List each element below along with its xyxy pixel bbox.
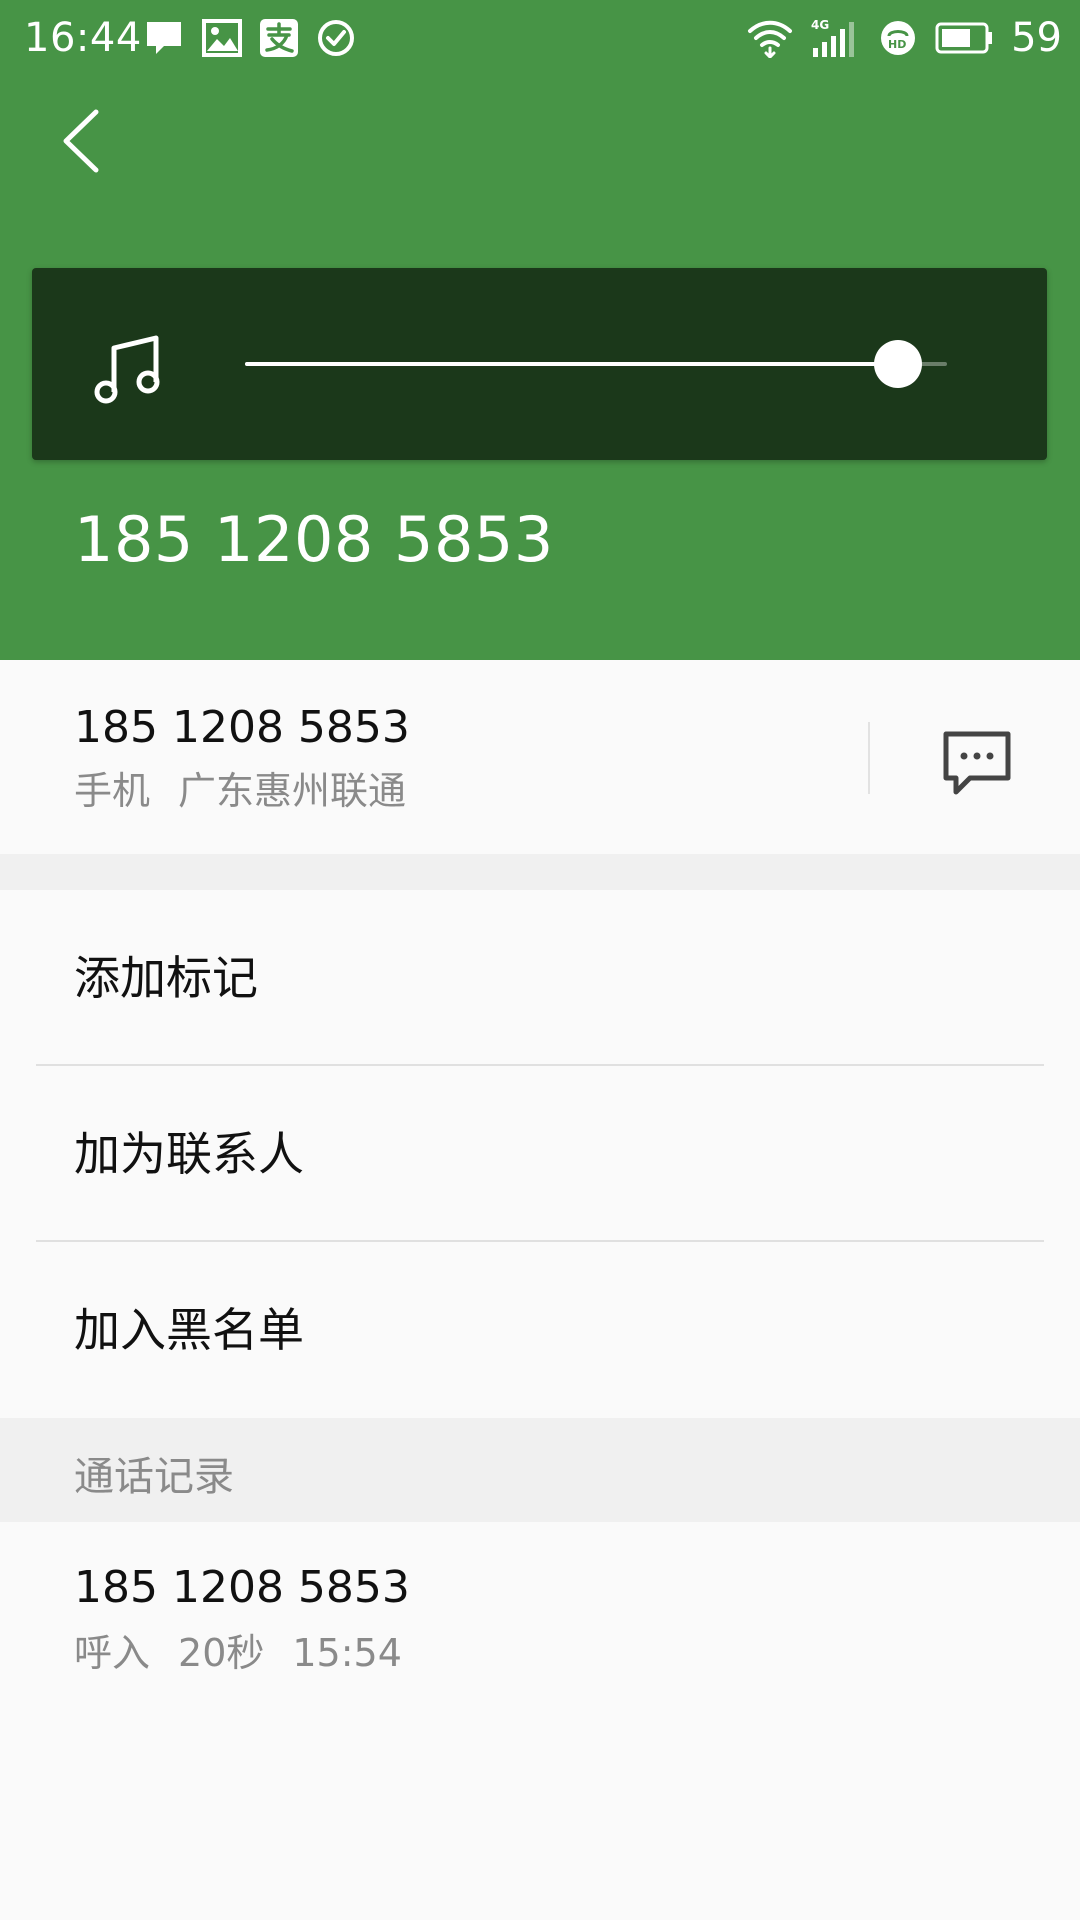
call-log-entry[interactable]: 185 1208 5853 呼入 20秒 15:54 — [0, 1522, 1080, 1722]
number-location: 广东惠州联通 — [178, 769, 407, 813]
ringtone-volume-slider[interactable] — [245, 338, 947, 390]
call-duration: 20秒 — [178, 1631, 265, 1675]
message-notification-icon — [147, 22, 181, 54]
add-tag-item[interactable]: 添加标记 — [0, 890, 1080, 1066]
number-type: 手机 — [74, 769, 151, 813]
add-contact-item[interactable]: 加为联系人 — [0, 1066, 1080, 1242]
hd-voice-icon: HD — [881, 21, 916, 55]
call-log-header: 通话记录 — [0, 1418, 1080, 1522]
add-tag-label: 添加标记 — [74, 951, 258, 1005]
number-info-subtitle: 手机 广东惠州联通 — [74, 766, 406, 816]
svg-text:HD: HD — [888, 38, 906, 51]
status-time: 16:44 — [24, 15, 142, 61]
header: 16:44 4G HD 59 185 1208 5853 — [0, 0, 1080, 660]
call-log-details: 呼入 20秒 15:54 — [74, 1628, 402, 1678]
action-menu: 添加标记 加为联系人 加入黑名单 — [0, 890, 1080, 1418]
ringtone-panel — [32, 268, 1047, 460]
svg-text:4G: 4G — [811, 18, 829, 32]
notification-icons — [144, 18, 356, 58]
number-info-row[interactable]: 185 1208 5853 手机 广东惠州联通 — [0, 660, 1080, 854]
signal-4g-icon: 4G — [811, 18, 855, 57]
status-bar: 16:44 4G HD 59 — [0, 0, 1080, 76]
battery-level: 59 — [1011, 15, 1062, 61]
call-direction: 呼入 — [74, 1631, 151, 1675]
wifi-icon — [748, 20, 793, 58]
header-phone-number: 185 1208 5853 — [74, 503, 554, 576]
vertical-divider — [868, 722, 870, 794]
slider-fill — [245, 362, 898, 366]
call-time: 15:54 — [292, 1631, 402, 1675]
add-blacklist-item[interactable]: 加入黑名单 — [0, 1242, 1080, 1418]
back-arrow-icon[interactable] — [48, 100, 118, 182]
alipay-notification-icon — [260, 19, 298, 57]
battery-icon — [935, 22, 993, 54]
check-circle-icon — [318, 20, 354, 56]
music-note-icon — [94, 335, 160, 404]
slider-thumb[interactable] — [874, 340, 922, 388]
add-contact-label: 加为联系人 — [74, 1127, 304, 1181]
section-gap — [0, 854, 1080, 890]
call-log-title: 通话记录 — [74, 1454, 234, 1500]
image-notification-icon — [202, 19, 242, 57]
status-right: 4G HD 59 — [747, 12, 1062, 64]
message-icon[interactable] — [940, 728, 1014, 798]
call-log-number: 185 1208 5853 — [74, 1562, 410, 1613]
number-info-number: 185 1208 5853 — [74, 702, 410, 753]
add-blacklist-label: 加入黑名单 — [74, 1303, 304, 1357]
